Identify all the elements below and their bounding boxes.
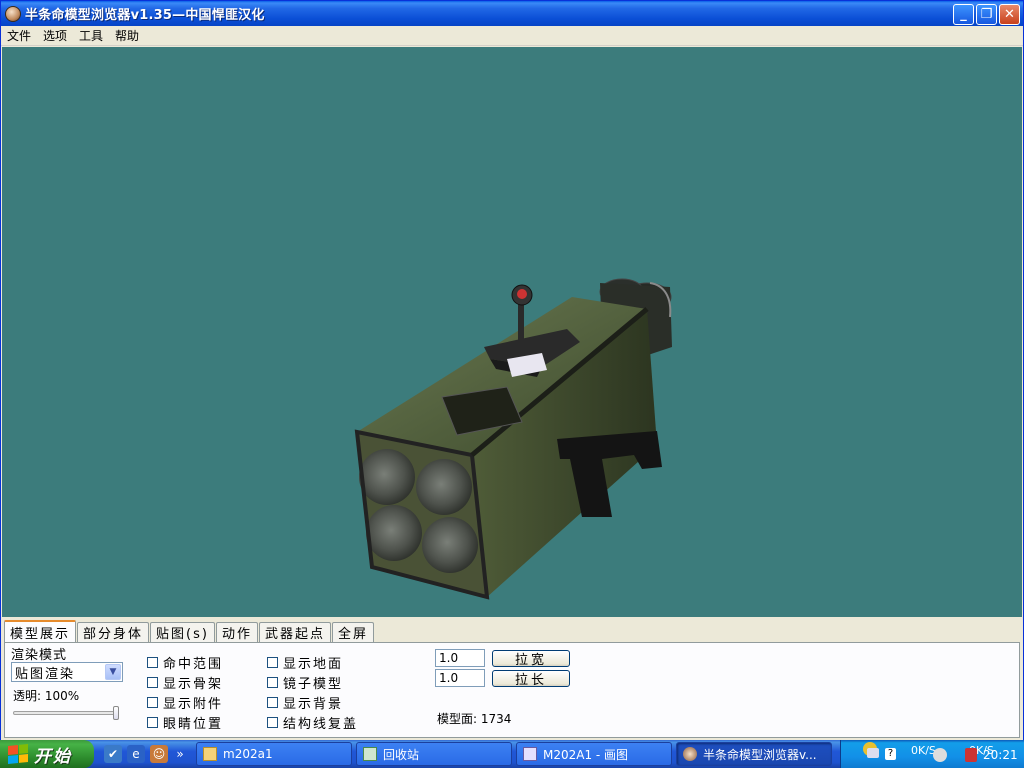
task-recycle-bin[interactable]: 回收站 [356, 742, 512, 766]
task-label: m202a1 [223, 747, 273, 761]
app-window: 半条命模型浏览器v1.35—中国悍匪汉化 _ ❐ ✕ 文件 选项 工具 帮助 模… [0, 0, 1024, 740]
tab-strip: 模型展示 部分身体 贴图(s) 动作 武器起点 全屏 [4, 620, 375, 642]
checkbox-label: 显示骨架 [163, 677, 224, 692]
checkbox-eye-position[interactable]: 眼睛位置 [147, 713, 223, 732]
menu-bar: 文件 选项 工具 帮助 [1, 26, 1023, 46]
checkbox-mirror[interactable]: 镜子模型 [267, 673, 343, 692]
task-folder-m202a1[interactable]: m202a1 [196, 742, 352, 766]
checkbox-label: 眼睛位置 [163, 717, 224, 732]
opacity-slider-thumb[interactable] [113, 706, 119, 720]
checkbox-label: 镜子模型 [283, 677, 344, 692]
task-paint[interactable]: M202A1 - 画图 [516, 742, 672, 766]
model-faces-count: 模型面: 1734 [437, 712, 512, 726]
title-bar[interactable]: 半条命模型浏览器v1.35—中国悍匪汉化 _ ❐ ✕ [1, 1, 1023, 26]
task-label: M202A1 - 画图 [543, 747, 629, 762]
checkbox-wireframe-overlay[interactable]: 结构线复盖 [267, 713, 358, 732]
opacity-label: 透明: 100% [13, 689, 80, 703]
opacity-slider[interactable] [13, 706, 119, 720]
stretch-length-button[interactable]: 拉长 [492, 670, 570, 688]
render-mode-label: 渲染模式 [11, 648, 68, 663]
menu-options[interactable]: 选项 [37, 27, 73, 44]
windows-logo-icon [8, 743, 28, 765]
tab-fullscreen[interactable]: 全屏 [331, 622, 374, 642]
checkbox-hitboxes[interactable]: 命中范围 [147, 653, 223, 672]
system-tray: 0K/S 0K/S ? 20:21 [840, 740, 1024, 768]
rocket-launcher-model [354, 278, 672, 600]
alert-icon[interactable] [965, 748, 977, 762]
tab-weapon-origin[interactable]: 武器起点 [258, 622, 331, 642]
quicklaunch-messenger-icon[interactable]: ☺ [150, 745, 168, 763]
checkbox-box[interactable] [147, 677, 158, 688]
tab-textures[interactable]: 贴图(s) [150, 622, 215, 642]
render-mode-value: 贴图渲染 [15, 666, 76, 682]
start-label: 开始 [34, 746, 72, 767]
volume-icon[interactable] [933, 748, 947, 762]
paint-icon [523, 747, 537, 761]
help-icon[interactable]: ? [885, 748, 896, 760]
quicklaunch-checkmark-icon[interactable]: ✔ [104, 745, 122, 763]
tab-body-parts[interactable]: 部分身体 [77, 622, 150, 642]
restore-button[interactable]: ❐ [976, 4, 997, 25]
menu-help[interactable]: 帮助 [109, 27, 145, 44]
task-label: 回收站 [383, 747, 420, 762]
hlmv-icon [683, 747, 697, 761]
checkbox-label: 命中范围 [163, 657, 224, 672]
tab-content: 渲染模式 贴图渲染 ▼ 透明: 100% 命中范围 显示骨架 显示附件 眼睛位置… [4, 642, 1020, 738]
checkbox-box[interactable] [267, 717, 278, 728]
stretch-length-input[interactable]: 1.0 [435, 669, 485, 687]
checkbox-label: 显示背景 [283, 697, 344, 712]
model-viewport[interactable] [2, 47, 1022, 617]
stretch-width-input[interactable]: 1.0 [435, 649, 485, 667]
checkbox-box[interactable] [267, 657, 278, 668]
control-panel: 模型展示 部分身体 贴图(s) 动作 武器起点 全屏 渲染模式 贴图渲染 ▼ 透… [1, 618, 1023, 740]
checkbox-box[interactable] [267, 677, 278, 688]
taskbar: 开始 ✔ e ☺ » m202a1 回收站 M202A1 - 画图 半条命模型浏… [0, 740, 1024, 768]
chevron-down-icon[interactable]: ▼ [105, 664, 121, 680]
close-button[interactable]: ✕ [999, 4, 1020, 25]
stretch-width-button[interactable]: 拉宽 [492, 650, 570, 668]
clock: 20:21 [983, 748, 1018, 762]
start-button[interactable]: 开始 [0, 740, 94, 768]
checkbox-bones[interactable]: 显示骨架 [147, 673, 223, 692]
menu-file[interactable]: 文件 [1, 27, 37, 44]
folder-icon [203, 747, 217, 761]
checkbox-label: 结构线复盖 [283, 717, 359, 732]
quicklaunch-ie-icon[interactable]: e [127, 745, 145, 763]
checkbox-ground[interactable]: 显示地面 [267, 653, 343, 672]
task-label: 半条命模型浏览器v... [703, 747, 817, 762]
window-title: 半条命模型浏览器v1.35—中国悍匪汉化 [25, 8, 265, 23]
checkbox-background[interactable]: 显示背景 [267, 693, 343, 712]
task-model-viewer[interactable]: 半条命模型浏览器v... [676, 742, 832, 766]
checkbox-attachments[interactable]: 显示附件 [147, 693, 223, 712]
tab-model-display[interactable]: 模型展示 [4, 620, 77, 642]
minimize-button[interactable]: _ [953, 4, 974, 25]
checkbox-box[interactable] [147, 697, 158, 708]
menu-tools[interactable]: 工具 [73, 27, 109, 44]
checkbox-label: 显示地面 [283, 657, 344, 672]
render-mode-select[interactable]: 贴图渲染 ▼ [11, 662, 123, 682]
checkbox-label: 显示附件 [163, 697, 224, 712]
tab-sequences[interactable]: 动作 [215, 622, 258, 642]
recycle-bin-icon [363, 747, 377, 761]
keyboard-icon[interactable] [867, 748, 879, 758]
quicklaunch-more-icon[interactable]: » [174, 745, 186, 763]
window-controls: _ ❐ ✕ [953, 4, 1020, 25]
checkbox-box[interactable] [147, 657, 158, 668]
checkbox-box[interactable] [147, 717, 158, 728]
checkbox-box[interactable] [267, 697, 278, 708]
app-icon[interactable] [5, 5, 21, 22]
